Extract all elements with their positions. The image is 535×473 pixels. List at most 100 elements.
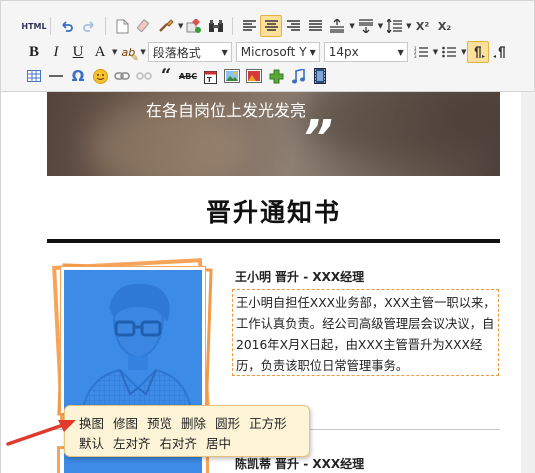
font-size-select[interactable]: 14px ▼ [323, 42, 408, 62]
find-replace-icon[interactable] [205, 15, 227, 37]
format-painter-icon[interactable] [155, 15, 177, 37]
rtl-direction-icon[interactable] [489, 41, 511, 63]
music-icon[interactable] [287, 65, 309, 87]
font-family-select[interactable]: Microsoft Y ▼ [235, 42, 320, 62]
ordered-list-icon[interactable]: 123 [410, 41, 432, 63]
popup-row-1: 换图 修图 预览 删除 圆形 正方形 [79, 412, 309, 432]
html-label: HTML [21, 21, 47, 31]
svg-text:3: 3 [414, 54, 417, 59]
unordered-list-icon[interactable] [438, 41, 460, 63]
popup-square[interactable]: 正方形 [249, 413, 287, 432]
toolbar-separator [50, 17, 51, 35]
undo-icon[interactable] [56, 15, 78, 37]
popup-edit-image[interactable]: 修图 [113, 413, 138, 432]
paragraph-spacing-top-dropdown[interactable]: ▼ [349, 22, 354, 30]
italic-label: I [53, 43, 59, 60]
bold-button[interactable]: B [23, 41, 45, 63]
popup-preview[interactable]: 预览 [147, 413, 172, 432]
unordered-list-dropdown[interactable]: ▼ [461, 48, 466, 56]
date-icon[interactable]: T [199, 65, 221, 87]
font-color-label: A [94, 43, 106, 60]
chevron-down-icon: ▼ [221, 47, 228, 57]
bold-label: B [28, 43, 39, 60]
document-title: 晋升通知书 [205, 198, 341, 227]
person-1-description[interactable]: 王小明自担任XXX业务部，XXX主管一职以来，工作认真负责。经公司高级管理层会议… [232, 289, 499, 376]
italic-button[interactable]: I [45, 41, 67, 63]
paragraph-format-select[interactable]: 段落格式 ▼ [147, 42, 232, 62]
font-size-value: 14px [328, 45, 359, 59]
hero-text: 在各自岗位上发光发亮 [146, 101, 307, 120]
new-document-icon[interactable] [111, 15, 133, 37]
highlight-button[interactable]: ab ✎ [117, 41, 139, 65]
popup-align-left[interactable]: 左对齐 [113, 433, 151, 452]
paragraph-format-value: 段落格式 [152, 45, 201, 60]
toolbar-row-1: HTML ▼ ▼ ▼ ▼ X² X₂ [21, 15, 456, 37]
popup-align-center[interactable]: 居中 [206, 433, 231, 452]
toolbar-separator [232, 17, 234, 35]
toolbar-row-3: Ω “ ABC T [23, 65, 331, 87]
line-height-icon[interactable] [383, 15, 405, 37]
title-underline-divider [47, 239, 500, 243]
paragraph-spacing-bottom-icon[interactable] [355, 15, 377, 37]
person-2-name: 陈凯蒂 [235, 457, 272, 471]
strikethrough-icon[interactable]: ABC [177, 65, 199, 87]
person-1-position: 晋升 - XXX经理 [275, 270, 365, 284]
superscript-label: X² [415, 19, 430, 33]
quote-icon[interactable]: “ [155, 65, 177, 87]
highlight-dropdown[interactable]: ▼ [140, 48, 145, 56]
unlink-icon[interactable] [133, 65, 155, 87]
strikethrough-label: ABC [178, 71, 198, 81]
quote-mark-icon: ” [302, 110, 333, 166]
align-left-icon[interactable] [238, 15, 260, 37]
person-photo[interactable] [61, 267, 205, 413]
highlighter-pen-icon: ✎ [130, 53, 139, 64]
link-icon[interactable] [111, 65, 133, 87]
person-2-position: 晋升 - XXX经理 [275, 457, 365, 471]
font-color-button[interactable]: A [89, 41, 111, 63]
person-avatar-icon [64, 270, 202, 410]
popup-change-image[interactable]: 换图 [79, 413, 104, 432]
table-icon[interactable] [23, 65, 45, 87]
editor-toolbar: HTML ▼ ▼ ▼ ▼ X² X₂ B I U A ▼ ab ✎ ▼ 段落格式… [0, 0, 535, 92]
person-1-name: 王小明 [235, 270, 272, 284]
emoticon-icon[interactable] [89, 65, 111, 87]
popup-delete[interactable]: 删除 [181, 413, 206, 432]
video-icon[interactable] [309, 65, 331, 87]
popup-default[interactable]: 默认 [79, 433, 104, 452]
clear-format-icon[interactable] [133, 15, 155, 37]
html-source-button[interactable]: HTML [21, 15, 47, 37]
chevron-down-icon: ▼ [309, 47, 316, 57]
omega-label: Ω [71, 67, 85, 85]
underline-label: U [72, 43, 84, 60]
red-annotation-arrow-icon [6, 420, 76, 446]
ltr-direction-icon[interactable] [466, 41, 489, 63]
image-gallery-icon[interactable] [243, 65, 265, 87]
special-char-icon[interactable]: Ω [67, 65, 89, 87]
horizontal-rule-icon[interactable] [45, 65, 67, 87]
superscript-icon[interactable]: X² [412, 15, 434, 37]
align-justify-icon[interactable] [304, 15, 326, 37]
paragraph-spacing-top-icon[interactable] [326, 15, 348, 37]
align-right-icon[interactable] [282, 15, 304, 37]
toolbar-separator [105, 17, 106, 35]
svg-text:T: T [207, 76, 212, 84]
line-height-dropdown[interactable]: ▼ [406, 22, 411, 30]
plugin-icon[interactable] [265, 65, 287, 87]
popup-row-2: 默认 左对齐 右对齐 居中 [79, 432, 309, 452]
chevron-down-icon: ▼ [397, 47, 404, 57]
underline-button[interactable]: U [67, 41, 89, 63]
image-context-popup: 换图 修图 预览 删除 圆形 正方形 默认 左对齐 右对齐 居中 [64, 405, 310, 457]
subscript-icon[interactable]: X₂ [434, 15, 456, 37]
image-icon[interactable] [221, 65, 243, 87]
popup-circle[interactable]: 圆形 [215, 413, 240, 432]
editor-scrollbar[interactable] [521, 92, 535, 473]
redo-icon[interactable] [78, 15, 100, 37]
subscript-label: X₂ [437, 19, 452, 33]
toolbar-row-2: B I U A ▼ ab ✎ ▼ 段落格式 ▼ Microsoft Y ▼ 14px ▼… [23, 41, 511, 65]
font-family-value: Microsoft Y [240, 45, 307, 59]
popup-align-right[interactable]: 右对齐 [160, 433, 198, 452]
auto-typeset-icon[interactable] [183, 15, 205, 37]
align-center-icon[interactable] [260, 15, 283, 37]
person-1-heading: 王小明 晋升 - XXX经理 [235, 268, 364, 285]
person-2-heading: 陈凯蒂 晋升 - XXX经理 [235, 455, 364, 472]
